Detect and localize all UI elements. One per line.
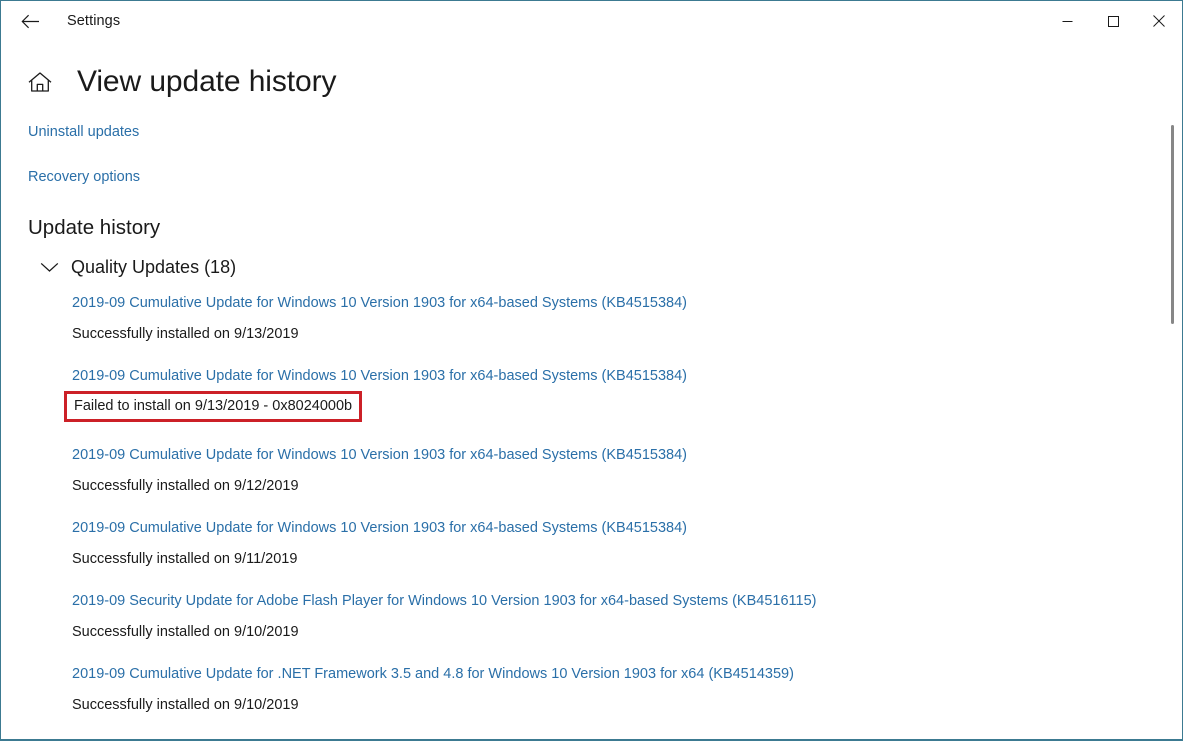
update-history-list: 2019-09 Cumulative Update for Windows 10… [1,294,1182,714]
chevron-down-icon [38,256,60,278]
maximize-icon[interactable] [1090,1,1136,41]
update-status: Successfully installed on 9/11/2019 [72,550,297,568]
quick-links: Uninstall updates Recovery options [1,124,1182,185]
update-status: Successfully installed on 9/10/2019 [72,623,299,641]
back-arrow-icon[interactable] [7,5,53,37]
vertical-scrollbar[interactable] [1166,41,1182,740]
app-title: Settings [67,13,120,29]
close-icon[interactable] [1136,1,1182,41]
update-status-failed-highlight: Failed to install on 9/13/2019 - 0x80240… [64,391,362,422]
list-item: 2019-09 Cumulative Update for Windows 10… [72,519,1182,568]
list-item: 2019-09 Security Update for Adobe Flash … [72,592,1182,641]
update-title-link[interactable]: 2019-09 Cumulative Update for .NET Frame… [72,665,794,683]
uninstall-updates-link[interactable]: Uninstall updates [28,124,1182,140]
update-title-link[interactable]: 2019-09 Security Update for Adobe Flash … [72,592,816,610]
list-item: 2019-09 Cumulative Update for Windows 10… [72,446,1182,495]
content-area: View update history Uninstall updates Re… [1,41,1182,740]
list-item: 2019-09 Cumulative Update for .NET Frame… [72,665,1182,714]
recovery-options-link[interactable]: Recovery options [28,169,1182,185]
update-title-link[interactable]: 2019-09 Cumulative Update for Windows 10… [72,446,687,464]
update-title-link[interactable]: 2019-09 Cumulative Update for Windows 10… [72,519,687,537]
update-status: Successfully installed on 9/10/2019 [72,696,299,714]
minimize-icon[interactable] [1044,1,1090,41]
page-title: View update history [77,67,336,97]
title-bar: Settings [1,1,1182,41]
section-title: Update history [1,216,1182,240]
settings-window: Settings [0,0,1183,741]
list-item: 2019-09 Cumulative Update for Windows 10… [72,367,1182,422]
scrollbar-thumb[interactable] [1171,125,1174,324]
update-status: Successfully installed on 9/13/2019 [72,325,299,343]
caption-buttons [1044,1,1182,41]
list-item: 2019-09 Cumulative Update for Windows 10… [72,294,1182,343]
update-title-link[interactable]: 2019-09 Cumulative Update for Windows 10… [72,367,687,385]
page-header: View update history [1,41,1182,105]
update-title-link[interactable]: 2019-09 Cumulative Update for Windows 10… [72,294,687,312]
quality-updates-group-header[interactable]: Quality Updates (18) [1,256,1182,278]
home-icon[interactable] [25,67,55,97]
update-status: Successfully installed on 9/12/2019 [72,477,299,495]
quality-updates-group-label: Quality Updates (18) [71,257,236,278]
